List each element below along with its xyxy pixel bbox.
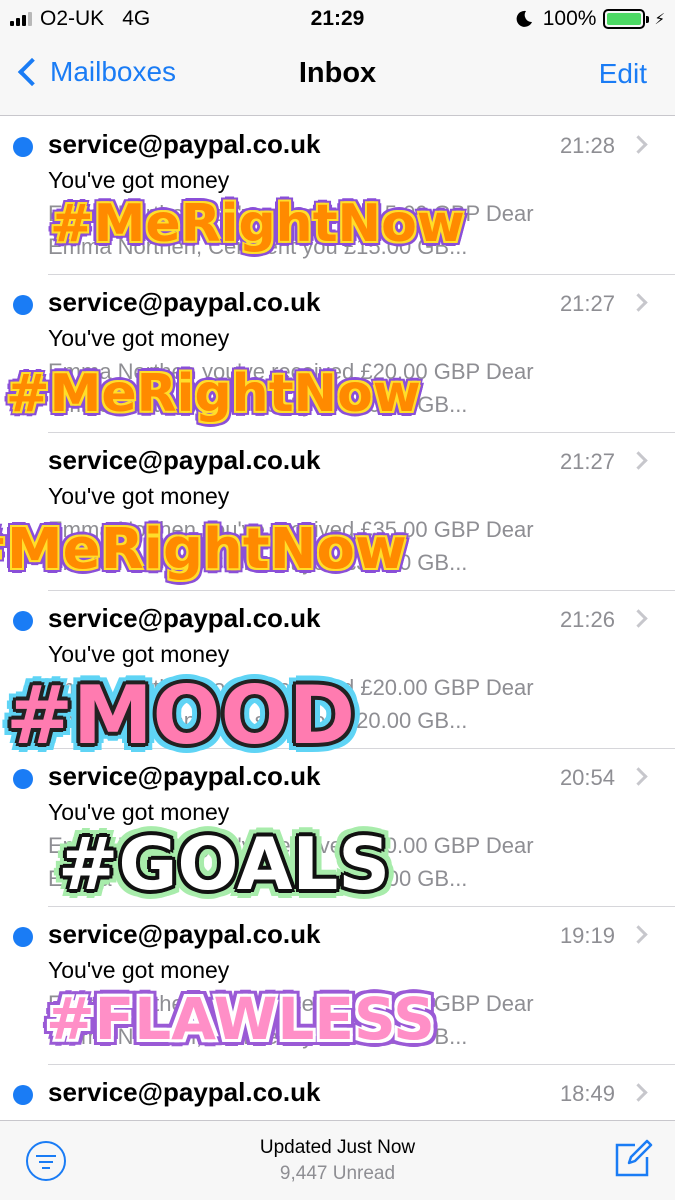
sticker-me-right-now-2: #MeRightNow [6, 364, 421, 424]
chevron-right-icon [629, 451, 648, 470]
charging-icon: ⚡ [654, 11, 665, 28]
sticker-goals: #GOALS [58, 822, 391, 906]
chevron-right-icon [629, 135, 648, 154]
unread-dot-icon [13, 295, 33, 315]
bottom-toolbar: Updated Just Now 9,447 Unread [0, 1120, 675, 1200]
moon-icon [516, 10, 532, 27]
message-time: 21:28 [559, 133, 615, 158]
message-time: 18:49 [559, 1081, 615, 1106]
message-subject: You've got money [48, 483, 230, 509]
sticker-me-right-now-3: #MeRightNow [0, 517, 407, 582]
unread-dot-icon [13, 769, 33, 789]
message-time: 21:27 [559, 449, 615, 474]
compose-icon[interactable] [613, 1139, 653, 1179]
edit-button[interactable]: Edit [599, 58, 647, 90]
status-bar: O2-UK 4G 21:29 100% ⚡ [0, 0, 675, 38]
sticker-flawless: #FLAWLESS [46, 985, 435, 1053]
page-title: Inbox [298, 57, 377, 89]
message-subject: You've got money [48, 641, 230, 667]
status-right: 100% ⚡ [515, 7, 665, 31]
message-time: 20:54 [559, 765, 615, 790]
unread-dot-icon [13, 611, 33, 631]
mailbox-status: Updated Just Now 9,447 Unread [0, 1137, 675, 1185]
unread-count: 9,447 Unread [279, 1163, 396, 1184]
sticker-mood: #MOOD [6, 669, 356, 762]
message-sender: service@paypal.co.uk [48, 603, 321, 633]
battery-percent: 100% [542, 7, 597, 30]
message-subject: You've got money [48, 167, 230, 193]
unread-dot-icon [13, 137, 33, 157]
message-subject: You've got money [48, 325, 230, 351]
chevron-right-icon [629, 609, 648, 628]
chevron-right-icon [629, 925, 648, 944]
nav-bar: Mailboxes Inbox Edit [0, 38, 675, 116]
message-sender: service@paypal.co.uk [48, 919, 321, 949]
chevron-right-icon [629, 767, 648, 786]
message-time: 19:19 [559, 923, 615, 948]
message-subject: You've got money [48, 957, 230, 983]
unread-dot-icon [13, 1085, 33, 1105]
sticker-me-right-now-1: #MeRightNow [50, 194, 465, 254]
battery-icon [603, 9, 650, 29]
message-sender: service@paypal.co.uk [48, 445, 321, 475]
message-time: 21:27 [559, 291, 615, 316]
chevron-right-icon [629, 1083, 648, 1102]
unread-dot-icon [13, 927, 33, 947]
updated-label: Updated Just Now [259, 1137, 416, 1158]
message-sender: service@paypal.co.uk [48, 1077, 321, 1107]
message-sender: service@paypal.co.uk [48, 761, 321, 791]
message-sender: service@paypal.co.uk [48, 287, 321, 317]
chevron-right-icon [629, 293, 648, 312]
message-sender: service@paypal.co.uk [48, 129, 321, 159]
message-time: 21:26 [559, 607, 615, 632]
